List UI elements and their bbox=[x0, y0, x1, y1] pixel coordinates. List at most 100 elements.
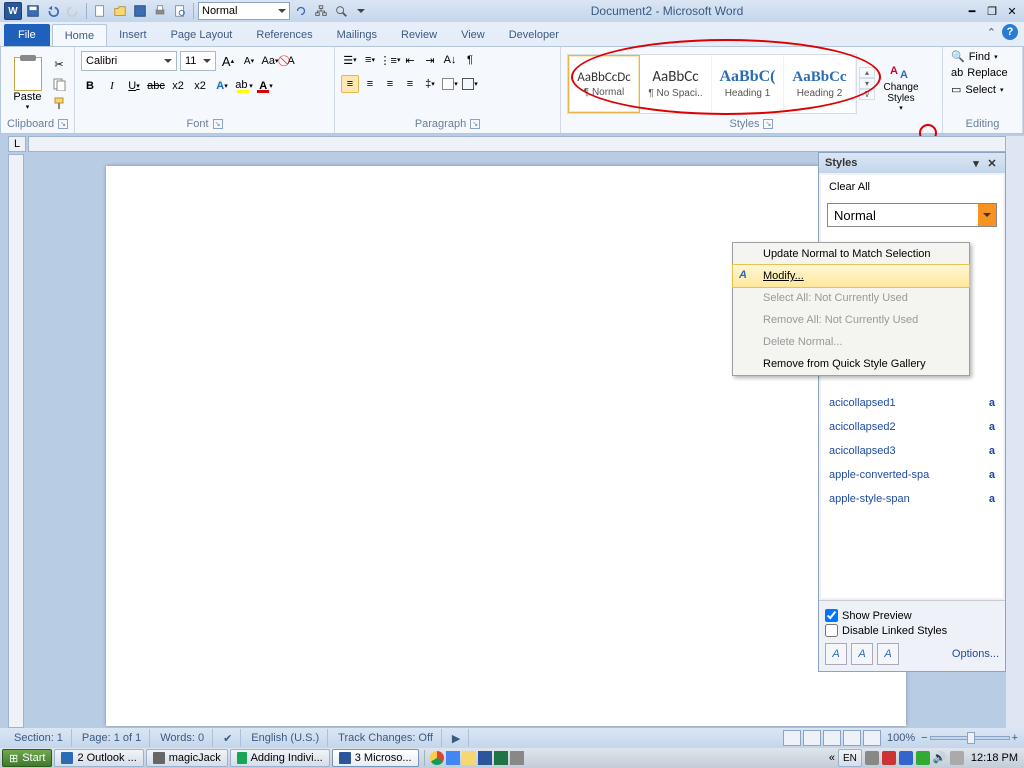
styles-launcher[interactable]: ↘ bbox=[763, 119, 773, 129]
align-center-icon[interactable]: ≡ bbox=[361, 75, 379, 93]
file-tab[interactable]: File bbox=[4, 24, 50, 46]
status-track[interactable]: Track Changes: Off bbox=[330, 729, 442, 747]
font-size-combo[interactable]: 11 bbox=[180, 51, 216, 71]
find-button[interactable]: 🔍Find ▾ bbox=[949, 49, 1000, 64]
current-style-combo[interactable]: Normal bbox=[827, 203, 997, 227]
misc-tray-icon[interactable] bbox=[510, 751, 524, 765]
align-left-icon[interactable]: ≡ bbox=[341, 75, 359, 93]
status-lang[interactable]: English (U.S.) bbox=[243, 729, 328, 747]
gallery-scroll[interactable]: ▴▾⊽ bbox=[859, 67, 875, 100]
word-tray-icon[interactable] bbox=[478, 751, 492, 765]
minimize-icon[interactable]: ━ bbox=[964, 4, 980, 18]
bullets-icon[interactable]: ☰▾ bbox=[341, 51, 359, 69]
clipboard-launcher[interactable]: ↘ bbox=[58, 119, 68, 129]
new-icon[interactable] bbox=[91, 2, 109, 20]
zoom-level[interactable]: 100% bbox=[887, 732, 915, 744]
undo-icon[interactable] bbox=[44, 2, 62, 20]
paste-button[interactable]: Paste▾ bbox=[7, 51, 48, 117]
start-button[interactable]: ⊞Start bbox=[2, 749, 52, 767]
org-chart-icon[interactable] bbox=[312, 2, 330, 20]
style-item[interactable]: AaBbCcDc¶ Normal bbox=[568, 55, 640, 113]
show-preview-checkbox[interactable]: Show Preview bbox=[825, 609, 999, 622]
taskbar-item[interactable]: magicJack bbox=[146, 749, 228, 767]
zoom-out-icon[interactable]: − bbox=[921, 732, 927, 744]
disable-linked-checkbox[interactable]: Disable Linked Styles bbox=[825, 624, 999, 637]
chrome-icon[interactable] bbox=[430, 751, 444, 765]
style-list-item[interactable]: apple-style-spana bbox=[821, 487, 1003, 511]
ribbon-minimize-icon[interactable]: ⌃ bbox=[987, 26, 996, 39]
zoom-in-icon[interactable]: + bbox=[1012, 732, 1018, 744]
tab-developer[interactable]: Developer bbox=[497, 24, 571, 46]
tab-view[interactable]: View bbox=[449, 24, 497, 46]
shading-icon[interactable]: ▾ bbox=[441, 75, 459, 93]
zoom-icon[interactable] bbox=[332, 2, 350, 20]
status-page[interactable]: Page: 1 of 1 bbox=[74, 729, 150, 747]
tray-icon-4[interactable] bbox=[916, 751, 930, 765]
repeat-icon[interactable] bbox=[292, 2, 310, 20]
style-dropdown-icon[interactable] bbox=[978, 204, 996, 226]
justify-icon[interactable]: ≡ bbox=[401, 75, 419, 93]
manage-styles-icon[interactable]: A bbox=[877, 643, 899, 665]
help-icon[interactable]: ? bbox=[1002, 24, 1018, 40]
tray-icon-1[interactable] bbox=[865, 751, 879, 765]
tray-icon-5[interactable] bbox=[950, 751, 964, 765]
options-link[interactable]: Options... bbox=[952, 648, 999, 660]
tray-icon-2[interactable] bbox=[882, 751, 896, 765]
restore-icon[interactable]: ❐ bbox=[984, 4, 1000, 18]
change-styles-button[interactable]: AA Change Styles▾ bbox=[877, 51, 925, 117]
vertical-ruler[interactable] bbox=[8, 154, 24, 728]
excel-tray-icon[interactable] bbox=[494, 751, 508, 765]
print-layout-view-icon[interactable] bbox=[783, 730, 801, 746]
select-button[interactable]: ▭Select ▾ bbox=[949, 82, 1006, 97]
shrink-font-icon[interactable]: A▾ bbox=[240, 52, 258, 70]
print-icon[interactable] bbox=[151, 2, 169, 20]
status-section[interactable]: Section: 1 bbox=[6, 729, 72, 747]
copy-icon[interactable] bbox=[50, 75, 68, 93]
google-icon[interactable] bbox=[446, 751, 460, 765]
vertical-scrollbar[interactable] bbox=[1006, 136, 1024, 728]
open-icon[interactable] bbox=[111, 2, 129, 20]
pane-menu-icon[interactable]: ▾ bbox=[969, 156, 983, 170]
paragraph-launcher[interactable]: ↘ bbox=[470, 119, 480, 129]
ctx-update[interactable]: Update Normal to Match Selection bbox=[733, 243, 969, 265]
style-list-item[interactable]: apple-converted-spaa bbox=[821, 463, 1003, 487]
save2-icon[interactable] bbox=[131, 2, 149, 20]
multilevel-icon[interactable]: ⋮≡▾ bbox=[381, 51, 399, 69]
clock[interactable]: 12:18 PM bbox=[971, 752, 1018, 764]
ctx-modify[interactable]: AModify... bbox=[732, 264, 970, 288]
superscript-button[interactable]: x2 bbox=[191, 77, 209, 95]
bold-button[interactable]: B bbox=[81, 77, 99, 95]
app-icon[interactable]: W bbox=[4, 2, 22, 20]
italic-button[interactable]: I bbox=[103, 77, 121, 95]
sort-icon[interactable]: A↓ bbox=[441, 51, 459, 69]
dec-indent-icon[interactable]: ⇤ bbox=[401, 51, 419, 69]
web-view-icon[interactable] bbox=[823, 730, 841, 746]
show-marks-icon[interactable]: ¶ bbox=[461, 51, 479, 69]
tray-collapse-icon[interactable]: « bbox=[829, 752, 835, 764]
highlight-icon[interactable]: ab▾ bbox=[235, 77, 253, 95]
tab-insert[interactable]: Insert bbox=[107, 24, 159, 46]
new-style-icon[interactable]: A bbox=[825, 643, 847, 665]
tab-references[interactable]: References bbox=[244, 24, 324, 46]
outline-view-icon[interactable] bbox=[843, 730, 861, 746]
pane-close-icon[interactable]: ✕ bbox=[985, 156, 999, 170]
font-name-combo[interactable]: Calibri bbox=[81, 51, 177, 71]
tray-icon-3[interactable] bbox=[899, 751, 913, 765]
close-icon[interactable]: ✕ bbox=[1004, 4, 1020, 18]
status-proof-icon[interactable]: ✔ bbox=[215, 729, 241, 747]
qat-style-combo[interactable]: Normal bbox=[198, 2, 290, 20]
ctx-remove-quick[interactable]: Remove from Quick Style Gallery bbox=[733, 353, 969, 375]
font-launcher[interactable]: ↘ bbox=[213, 119, 223, 129]
ruler-toggle[interactable]: L bbox=[8, 136, 26, 152]
format-painter-icon[interactable] bbox=[50, 94, 68, 112]
cut-icon[interactable]: ✂ bbox=[50, 56, 68, 74]
style-inspector-icon[interactable]: A bbox=[851, 643, 873, 665]
taskbar-item[interactable]: 2 Outlook ... bbox=[54, 749, 143, 767]
style-list-item[interactable]: acicollapsed2a bbox=[821, 415, 1003, 439]
font-color-icon[interactable]: A▾ bbox=[257, 77, 275, 95]
replace-button[interactable]: abReplace bbox=[949, 66, 1010, 80]
clear-format-icon[interactable]: A⃠ bbox=[282, 52, 300, 70]
line-spacing-icon[interactable]: ‡▾ bbox=[421, 75, 439, 93]
draft-view-icon[interactable] bbox=[863, 730, 881, 746]
subscript-button[interactable]: x2 bbox=[169, 77, 187, 95]
